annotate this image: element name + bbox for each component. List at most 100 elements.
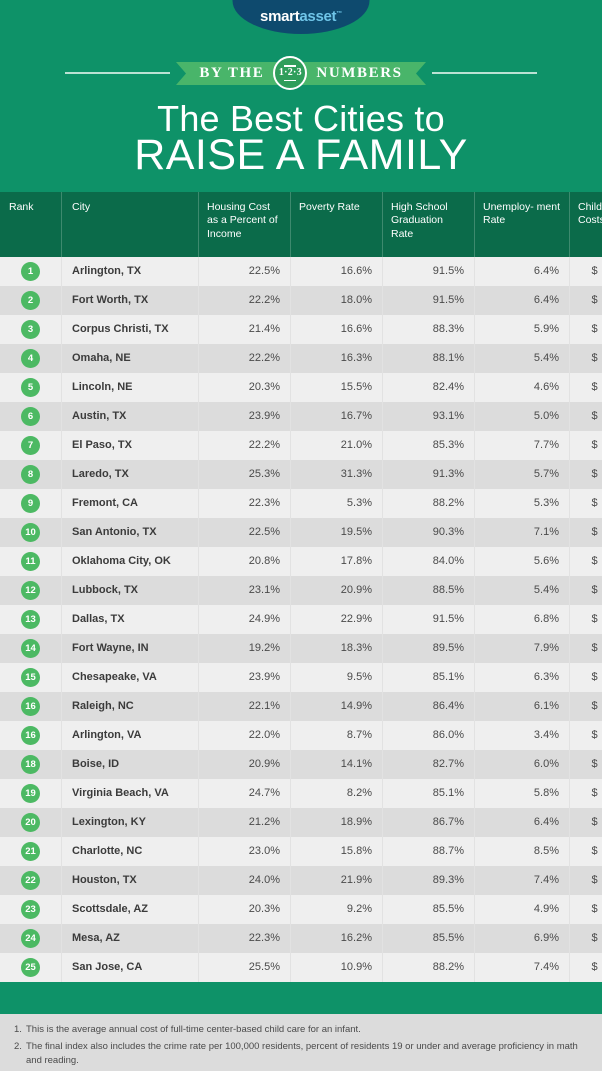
child-care-cost-cell: $6,105	[569, 808, 602, 838]
column-header-housing-cost[interactable]: Housing Cost as a Percent of Income	[198, 192, 291, 258]
housing-cost-cell: 22.5%	[198, 518, 291, 548]
unemployment-cell: 5.6%	[474, 547, 570, 577]
table-row[interactable]: 8Laredo, TX25.3%31.3%91.3%5.7%$8,52480.3…	[0, 460, 602, 490]
city-cell: Fort Worth, TX	[61, 286, 199, 316]
city-cell: Lubbock, TX	[61, 576, 199, 606]
rank-badge: 5	[21, 378, 40, 398]
child-care-cost-cell: $13,671	[569, 953, 602, 983]
currency-symbol: $	[591, 265, 598, 278]
ribbon-right-label: NUMBERS	[316, 64, 403, 81]
poverty-rate-cell: 17.8%	[290, 547, 383, 577]
currency-symbol: $	[591, 903, 598, 916]
poverty-rate-cell: 16.2%	[290, 924, 383, 954]
table-row[interactable]: 19 Virginia Beach, VA24.7%8.2%85.1%5.8%$1…	[0, 779, 602, 809]
column-header-poverty-rate[interactable]: Poverty Rate	[290, 192, 383, 258]
table-row[interactable]: 7El Paso, TX22.2%21.0%85.3%7.7%$8,52481.…	[0, 431, 602, 461]
hs-graduation-cell: 86.4%	[382, 692, 475, 722]
table-row[interactable]: 21 Charlotte, NC23.0%15.8%88.7%8.5%$9,254…	[0, 837, 602, 867]
child-care-cost-cell: $9,254	[569, 837, 602, 867]
rank-badge: 6	[21, 407, 40, 427]
poverty-rate-cell: 8.2%	[290, 779, 383, 809]
trademark-icon: ™	[336, 10, 342, 17]
hs-graduation-cell: 88.7%	[382, 837, 475, 867]
rank-badge: 7	[21, 436, 40, 456]
city-cell: Corpus Christi, TX	[61, 315, 199, 345]
currency-symbol: $	[591, 555, 598, 568]
housing-cost-cell: 22.0%	[198, 721, 291, 751]
city-cell: San Jose, CA	[61, 953, 199, 983]
unemployment-cell: 6.4%	[474, 286, 570, 316]
column-header-city[interactable]: City	[61, 192, 199, 258]
table-row[interactable]: 13Dallas, TX24.9%22.9%91.5%6.8%$8,52476.…	[0, 605, 602, 635]
city-cell: El Paso, TX	[61, 431, 199, 461]
currency-symbol: $	[591, 613, 598, 626]
housing-cost-cell: 24.0%	[198, 866, 291, 896]
table-row[interactable]: 25 San Jose, CA25.5%10.9%88.2%7.4%$13,671…	[0, 953, 602, 983]
hs-graduation-cell: 85.1%	[382, 663, 475, 693]
currency-symbol: $	[591, 584, 598, 597]
table-row[interactable]: 2 Fort Worth, TX22.2%18.0%91.5%6.4%$8,524…	[0, 286, 602, 316]
table-row[interactable]: 4Omaha, NE22.2%16.3%88.1%5.4%$9,15787.81	[0, 344, 602, 374]
table-row[interactable]: 3 Corpus Christi, TX21.4%16.6%88.3%5.9%$8…	[0, 315, 602, 345]
currency-symbol: $	[591, 352, 598, 365]
housing-cost-cell: 24.9%	[198, 605, 291, 635]
rank-cell: 20	[0, 808, 62, 838]
ribbon-content: BY THE 1·2·3 NUMBERS	[196, 56, 405, 90]
table-row[interactable]: 1Arlington, TX22.5%16.6%91.5%6.4%$8,5241…	[0, 257, 602, 287]
rank-badge: 4	[21, 349, 40, 369]
unemployment-cell: 7.7%	[474, 431, 570, 461]
hs-graduation-cell: 89.3%	[382, 866, 475, 896]
hs-graduation-cell: 88.3%	[382, 315, 475, 345]
city-cell: Fremont, CA	[61, 489, 199, 519]
table-row[interactable]: 9Fremont, CA22.3%5.3%88.2%5.3%$13,67179.…	[0, 489, 602, 519]
table-row[interactable]: 5Lincoln, NE20.3%15.5%82.4%4.6%$9,15786.…	[0, 373, 602, 403]
rule-left	[65, 72, 170, 74]
unemployment-cell: 6.8%	[474, 605, 570, 635]
table-row[interactable]: 16Raleigh, NC22.1%14.9%86.4%6.1%$9,25475…	[0, 692, 602, 722]
column-header-hs-graduation[interactable]: High School Graduation Rate	[382, 192, 475, 258]
table-row[interactable]: 14 Fort Wayne, IN19.2%18.3%89.5%7.9%$11,9…	[0, 634, 602, 664]
rank-cell: 2	[0, 286, 62, 316]
table-row[interactable]: 11 Oklahoma City, OK20.8%17.8%84.0%5.6%$8…	[0, 547, 602, 577]
child-care-cost-cell: $7,032	[569, 750, 602, 780]
column-header-unemployment[interactable]: Unemploy- ment Rate	[474, 192, 570, 258]
table-row[interactable]: 12Lubbock, TX23.1%20.9%88.5%5.4%$8,52477…	[0, 576, 602, 606]
badge-tick-bottom	[284, 79, 297, 81]
one-two-three-badge-icon: 1·2·3	[273, 56, 308, 90]
child-care-cost-cell: $8,524	[569, 257, 602, 287]
rank-badge: 1	[21, 262, 40, 282]
rank-cell: 14	[0, 634, 62, 664]
table-row[interactable]: 23 Scottsdale, AZ20.3%9.2%85.5%4.9%$10,41…	[0, 895, 602, 925]
unemployment-cell: 7.9%	[474, 634, 570, 664]
child-care-cost-cell: $12,792	[569, 663, 602, 693]
column-header-rank[interactable]: Rank	[0, 192, 62, 258]
housing-cost-cell: 22.2%	[198, 344, 291, 374]
rank-badge: 9	[21, 494, 40, 514]
table-row[interactable]: 22Houston, TX24.0%21.9%89.3%7.4%$8,52465…	[0, 866, 602, 896]
city-cell: Lincoln, NE	[61, 373, 199, 403]
housing-cost-cell: 22.2%	[198, 286, 291, 316]
hs-graduation-cell: 82.4%	[382, 373, 475, 403]
column-header-child-care[interactable]: Child Care Costs¹	[569, 192, 602, 258]
smartasset-logo[interactable]: smartasset™	[232, 0, 370, 34]
city-cell: Austin, TX	[61, 402, 199, 432]
hs-graduation-cell: 88.5%	[382, 576, 475, 606]
table-row[interactable]: 20 Lexington, KY21.2%18.9%86.7%6.4%$6,105…	[0, 808, 602, 838]
child-care-cost-cell: $8,524	[569, 866, 602, 896]
table-row[interactable]: 24Mesa, AZ22.3%16.2%85.5%6.9%$10,41263.2…	[0, 924, 602, 954]
city-cell: Lexington, KY	[61, 808, 199, 838]
housing-cost-cell: 21.2%	[198, 808, 291, 838]
housing-cost-cell: 21.4%	[198, 315, 291, 345]
table-row[interactable]: 15 Chesapeake, VA23.9%9.5%85.1%6.3%$12,79…	[0, 663, 602, 693]
currency-symbol: $	[591, 526, 598, 539]
unemployment-cell: 5.3%	[474, 489, 570, 519]
footnote: 1. This is the average annual cost of ful…	[14, 1023, 588, 1037]
table-row[interactable]: 18Boise, ID20.9%14.1%82.7%6.0%$7,03274.7…	[0, 750, 602, 780]
rank-cell: 7	[0, 431, 62, 461]
unemployment-cell: 5.0%	[474, 402, 570, 432]
unemployment-cell: 7.4%	[474, 866, 570, 896]
table-row[interactable]: 6Austin, TX23.9%16.7%93.1%5.0%$8,52485.3…	[0, 402, 602, 432]
table-row[interactable]: 10 San Antonio, TX22.5%19.5%90.3%7.1%$8,5…	[0, 518, 602, 548]
child-care-cost-cell: $9,157	[569, 344, 602, 374]
table-row[interactable]: 16 Arlington, VA22.0%8.7%86.0%3.4%$12,792…	[0, 721, 602, 751]
